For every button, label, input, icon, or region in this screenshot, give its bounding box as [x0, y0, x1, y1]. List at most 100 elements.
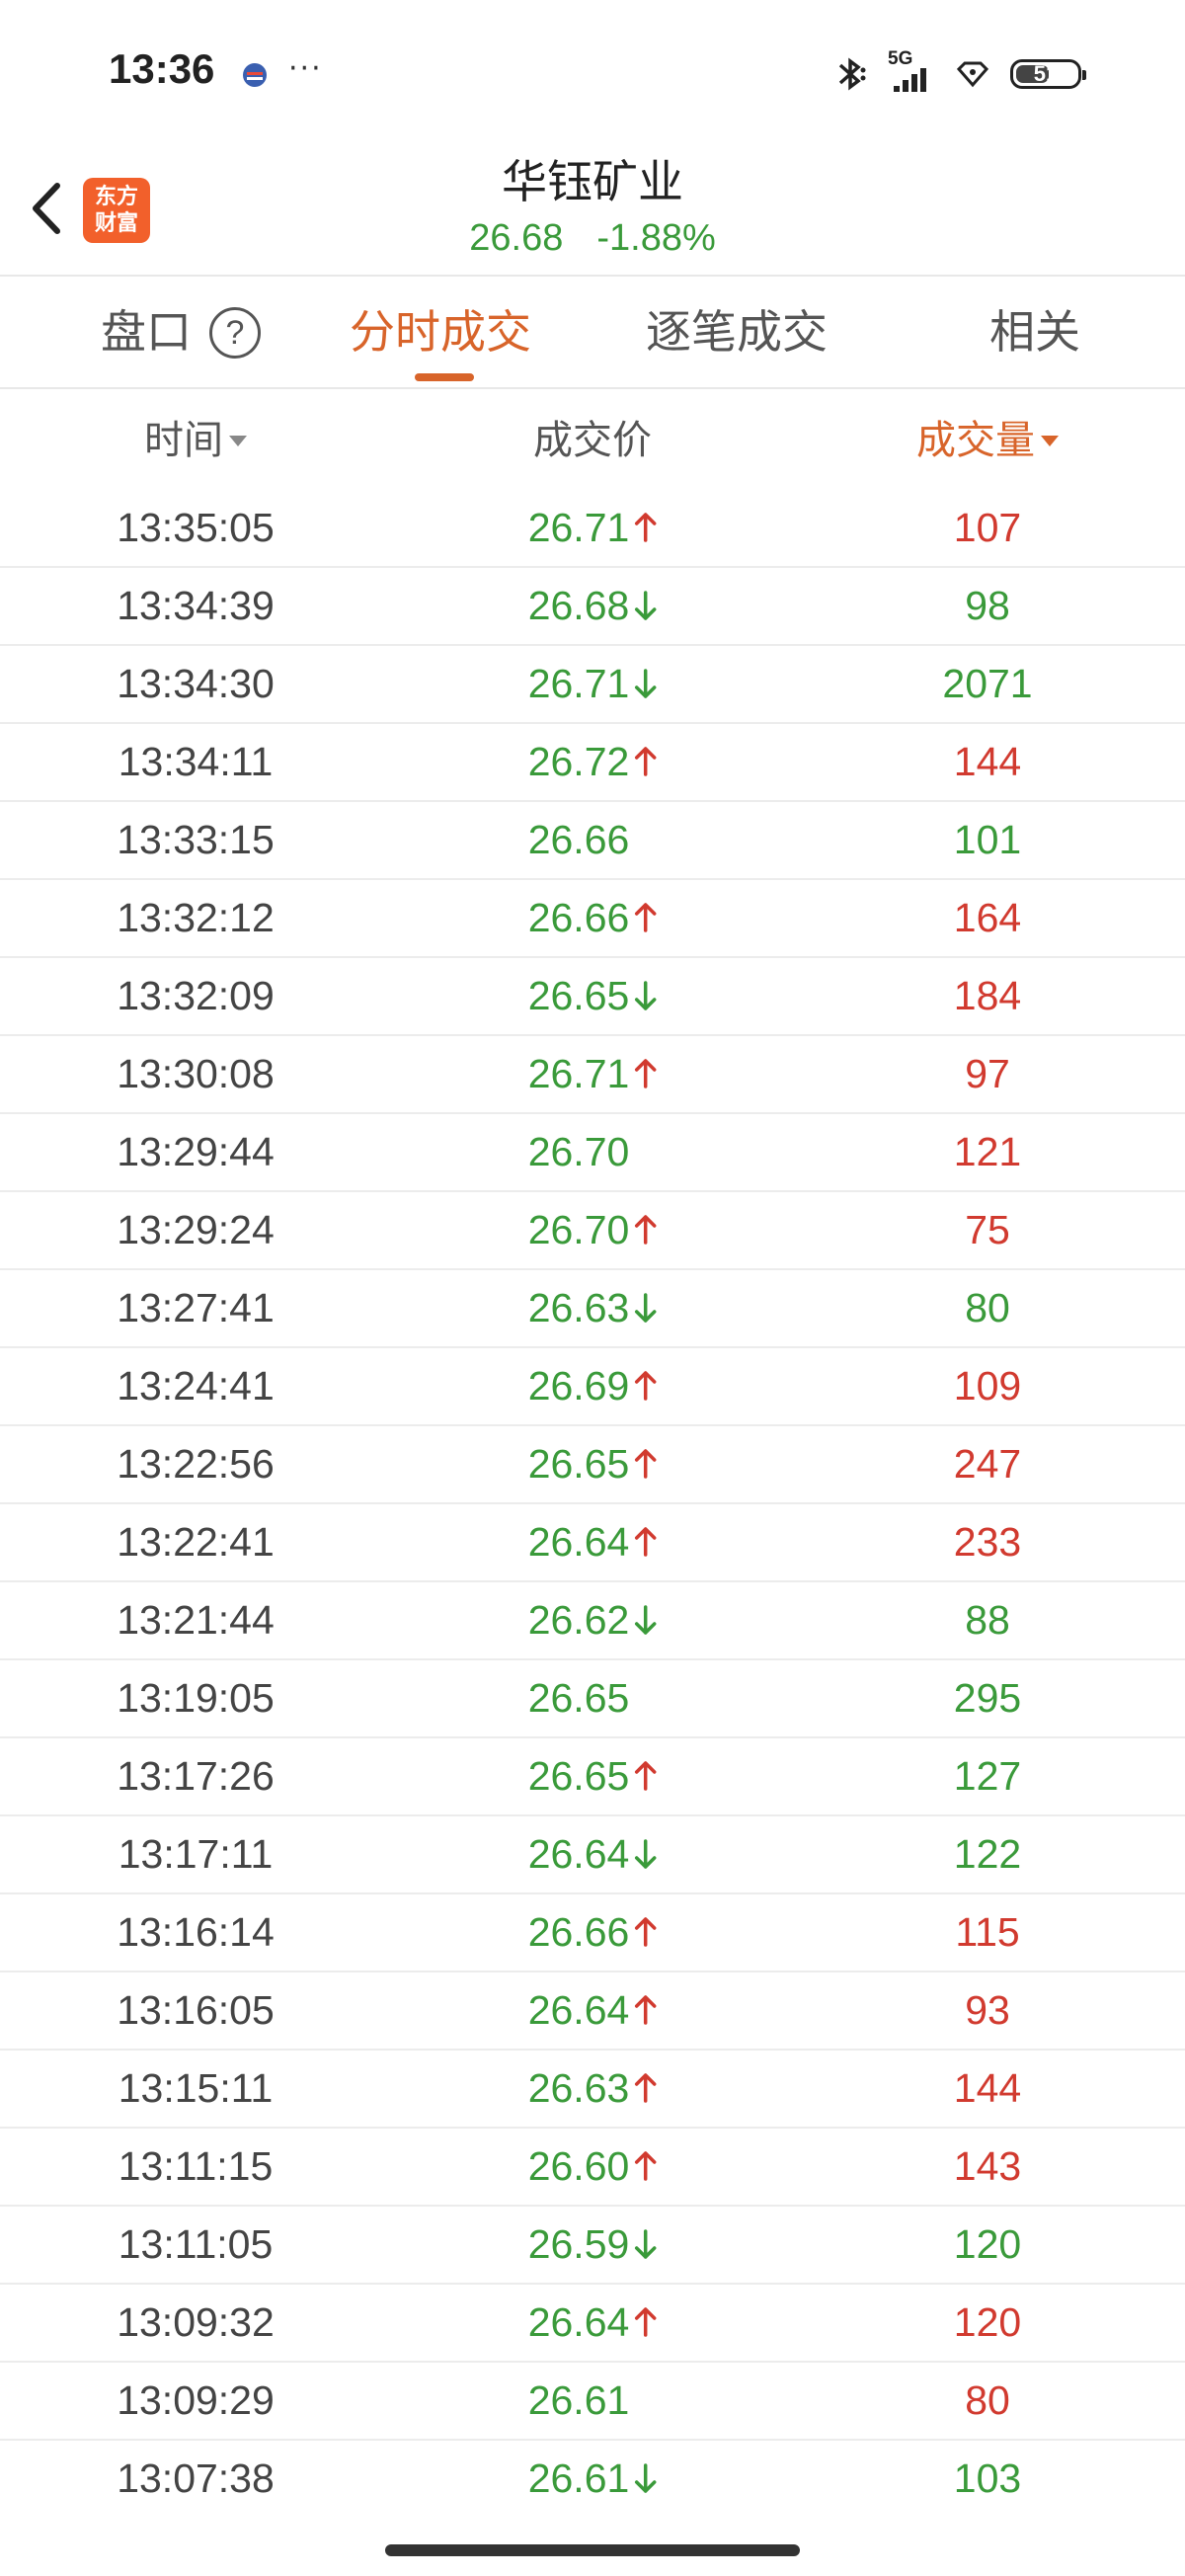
trade-row: 13:17:26 26.65 127: [0, 1738, 1185, 1816]
trade-row: 13:29:24 26.70 75: [0, 1192, 1185, 1270]
trade-volume: 88: [965, 1597, 1010, 1643]
trade-time: 13:34:11: [118, 739, 274, 784]
trade-volume: 144: [953, 2065, 1022, 2111]
trade-time: 13:15:11: [118, 2065, 274, 2111]
trade-volume: 103: [953, 2455, 1022, 2501]
stock-price: 26.68: [469, 217, 564, 259]
trade-volume: 109: [953, 1363, 1022, 1409]
divider: [0, 387, 1185, 389]
home-indicator[interactable]: [385, 2544, 800, 2556]
arrow-down-icon: [634, 1839, 657, 1869]
arrow-down-icon: [634, 669, 657, 698]
trade-time: 13:21:44: [117, 1597, 275, 1643]
trade-price: 26.71: [528, 1036, 658, 1112]
trade-row: 13:16:05 26.64 93: [0, 1972, 1185, 2051]
trade-price: 26.65: [528, 1660, 658, 1736]
stock-header: 东方 财富 华钰矿业 26.68 -1.88%: [0, 148, 1185, 275]
arrow-up-icon: [634, 1995, 657, 2025]
trade-row: 13:30:08 26.71 97: [0, 1036, 1185, 1114]
trade-price-value: 26.62: [527, 1597, 630, 1643]
trade-volume: 121: [953, 1129, 1022, 1174]
trade-price: 26.64: [528, 1972, 658, 2049]
trade-row: 13:24:41 26.69 109: [0, 1348, 1185, 1426]
trade-list[interactable]: 13:35:05 26.71 107 13:34:39 26.68 98 13:34:30 2…: [0, 490, 1185, 2519]
tab-order-book[interactable]: 盘口?: [101, 300, 261, 363]
trade-price-value: 26.66: [527, 817, 630, 862]
column-time-label: 时间: [144, 418, 223, 463]
arrow-up-icon: [634, 2307, 657, 2337]
column-time-sort[interactable]: 时间: [144, 411, 247, 470]
arrow-down-icon: [634, 981, 657, 1010]
trade-time: 13:32:09: [117, 973, 275, 1018]
arrow-up-icon: [634, 747, 657, 776]
trade-price-value: 26.65: [527, 1441, 630, 1487]
tab-time-sales[interactable]: 分时成交: [350, 300, 531, 363]
arrow-down-icon: [634, 1293, 657, 1323]
trade-price-value: 26.64: [527, 2299, 630, 2345]
trade-volume: 184: [953, 973, 1022, 1018]
trade-row: 13:32:09 26.65 184: [0, 958, 1185, 1036]
hotspot-icon: [956, 61, 989, 88]
trade-volume: 164: [953, 895, 1022, 940]
trade-price-value: 26.64: [527, 1831, 630, 1877]
trade-row: 13:22:56 26.65 247: [0, 1426, 1185, 1504]
arrow-down-icon: [634, 591, 657, 620]
trade-price-value: 26.71: [527, 505, 630, 550]
trade-price: 26.70: [528, 1114, 658, 1190]
tab-bar: 盘口? 分时成交 逐笔成交 相关: [0, 279, 1185, 387]
trade-volume: 233: [953, 1519, 1022, 1565]
trade-volume: 247: [953, 1441, 1022, 1487]
column-volume-sort[interactable]: 成交量: [916, 411, 1059, 470]
trade-row: 13:11:15 26.60 143: [0, 2129, 1185, 2207]
trade-volume: 120: [953, 2299, 1022, 2345]
trade-time: 13:34:39: [117, 583, 275, 628]
trade-row: 13:29:44 26.70 121: [0, 1114, 1185, 1192]
trade-volume: 122: [953, 1831, 1022, 1877]
trade-price: 26.68: [528, 568, 658, 644]
active-tab-indicator: [415, 373, 474, 381]
help-icon[interactable]: ?: [209, 306, 261, 359]
trade-price: 26.66: [528, 880, 658, 956]
trade-price: 26.64: [528, 1504, 658, 1580]
trade-price: 26.63: [528, 2051, 658, 2127]
trade-row: 13:17:11 26.64 122: [0, 1816, 1185, 1894]
trade-price-value: 26.66: [527, 895, 630, 940]
trade-price-value: 26.70: [527, 1207, 630, 1252]
arrow-up-icon: [634, 1917, 657, 1947]
trade-volume: 2071: [942, 661, 1033, 706]
trade-time: 13:29:24: [117, 1207, 275, 1252]
trade-price: 26.63: [528, 1270, 658, 1346]
tab-tick-trades[interactable]: 逐笔成交: [646, 300, 828, 363]
trade-volume: 98: [965, 583, 1010, 628]
trade-price-value: 26.65: [527, 1753, 630, 1799]
trade-price: 26.72: [528, 724, 658, 800]
trade-price-value: 26.66: [527, 1909, 630, 1955]
trade-time: 13:27:41: [117, 1285, 275, 1330]
trade-row: 13:33:15 26.66 101: [0, 802, 1185, 880]
trade-time: 13:22:56: [117, 1441, 275, 1487]
trade-price-value: 26.61: [527, 2377, 630, 2423]
trade-row: 13:34:30 26.71 2071: [0, 646, 1185, 724]
arrow-down-icon: [634, 2463, 657, 2493]
trade-row: 13:11:05 26.59 120: [0, 2207, 1185, 2285]
status-indicators: 5G 51: [834, 48, 1086, 99]
battery-level: 51: [1033, 61, 1059, 86]
stock-change-pct: -1.88%: [596, 217, 716, 259]
arrow-up-icon: [634, 1059, 657, 1088]
tab-related[interactable]: 相关: [989, 300, 1080, 363]
trade-price: 26.65: [528, 958, 658, 1034]
trade-price: 26.64: [528, 2285, 658, 2361]
trade-volume: 143: [953, 2143, 1022, 2189]
trade-row: 13:34:11 26.72 144: [0, 724, 1185, 802]
arrow-up-icon: [634, 903, 657, 932]
trade-row: 13:07:38 26.61 103: [0, 2441, 1185, 2519]
trade-volume: 97: [965, 1051, 1010, 1096]
trade-price-value: 26.64: [527, 1519, 630, 1565]
trade-row: 13:35:05 26.71 107: [0, 490, 1185, 568]
trade-time: 13:16:14: [117, 1909, 275, 1955]
arrow-up-icon: [634, 1215, 657, 1245]
column-volume-label: 成交量: [916, 418, 1035, 463]
trade-volume: 80: [965, 2377, 1010, 2423]
arrow-up-icon: [634, 2073, 657, 2103]
trade-price-value: 26.71: [527, 661, 630, 706]
